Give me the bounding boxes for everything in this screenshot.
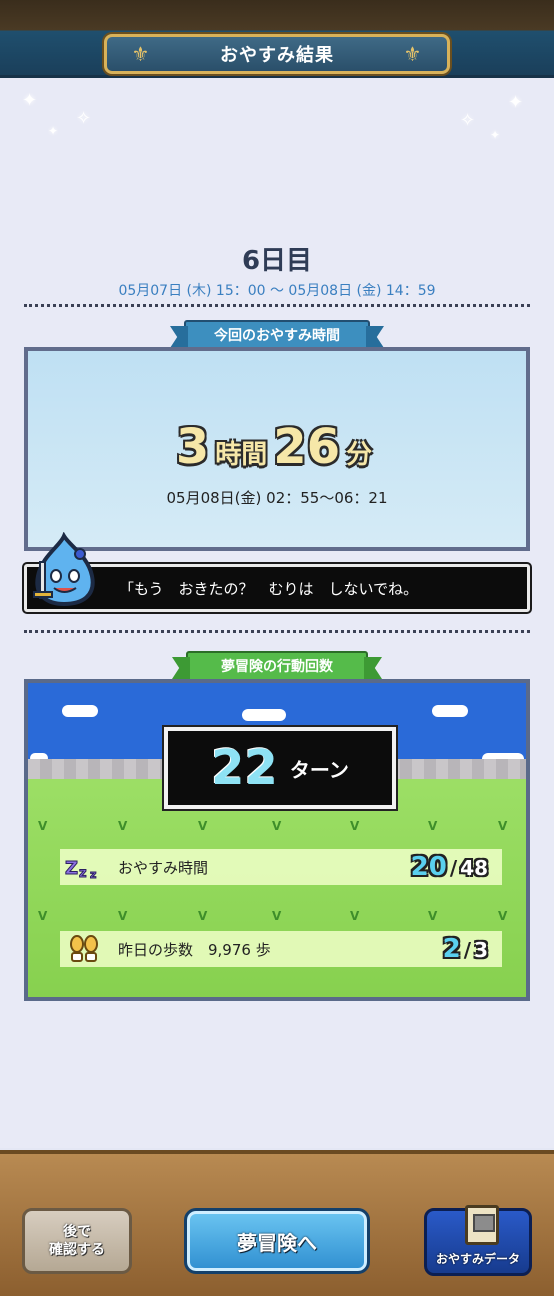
sleep-time-value: 20	[410, 852, 447, 882]
message-bar: 「もう おきたの？ むりは しないでね。	[22, 562, 532, 614]
grass-tuft: ᐯ	[498, 819, 508, 833]
sparkle-icon: ✦	[490, 128, 501, 142]
sleep-time-count: 20/48	[411, 852, 488, 882]
fleur-ornament-icon: ⚜	[403, 42, 423, 66]
steps-value: 2	[442, 934, 461, 964]
sleep-duration: 3 時間 26 分	[28, 419, 526, 475]
sleep-minutes-unit: 分	[346, 440, 373, 470]
sleep-time-max: 48	[460, 856, 488, 880]
cloud-icon	[242, 709, 286, 721]
grass-tuft: ᐯ	[272, 909, 282, 923]
sleep-time-ribbon: 今回のおやすみ時間	[184, 320, 370, 350]
check-later-line2: 確認する	[49, 1242, 105, 1258]
sparkle-icon: ✧	[460, 110, 476, 131]
adventure-panel: 22 ターン ᐯ ᐯ ᐯ ᐯ ᐯ ᐯ ᐯ Z z z おやすみ時間 20/48 …	[24, 679, 530, 1001]
sparkle-icon: ✦	[48, 124, 59, 138]
grass-tuft: ᐯ	[198, 909, 208, 923]
check-later-line1: 後で	[63, 1224, 91, 1240]
grass-tuft: ᐯ	[428, 909, 438, 923]
turn-count: 22	[211, 740, 278, 796]
sleep-time-row: Z z z おやすみ時間 20/48	[60, 849, 502, 885]
dotted-divider	[24, 304, 530, 307]
day-title: 6日目	[241, 246, 313, 276]
grass-tuft: ᐯ	[198, 819, 208, 833]
sleep-data-label: おやすみデータ	[435, 1252, 520, 1266]
top-bar: ⚜ おやすみ結果 ⚜	[0, 0, 554, 78]
steps-sep: /	[463, 938, 472, 962]
grass-tuft: ᐯ	[272, 819, 282, 833]
turn-count-box: 22 ターン	[162, 725, 398, 811]
cloud-icon	[62, 705, 98, 717]
grass-tuft: ᐯ	[350, 909, 360, 923]
svg-text:z: z	[90, 868, 96, 880]
steps-row: 昨日の歩数 9,976 歩 2/3	[60, 931, 502, 967]
grass-tuft: ᐯ	[428, 819, 438, 833]
zzz-icon: Z z z	[64, 852, 104, 882]
message-text: 「もう おきたの？ むりは しないでね。	[119, 579, 419, 598]
grass-tuft: ᐯ	[118, 819, 128, 833]
sparkle-icon: ✦	[22, 90, 38, 111]
cloud-icon	[432, 705, 468, 717]
fleur-ornament-icon: ⚜	[131, 42, 151, 66]
steps-label: 昨日の歩数 9,976 歩	[118, 940, 271, 959]
adventure-section-label: 夢冒険の行動回数	[221, 659, 333, 675]
grass-tuft: ᐯ	[118, 909, 128, 923]
sleep-minutes: 26	[273, 419, 341, 475]
page-title: おやすみ結果	[220, 45, 334, 66]
sleep-time-label: おやすみ時間	[118, 858, 209, 877]
sleep-time-sep: /	[449, 856, 458, 880]
grass-tuft: ᐯ	[38, 819, 48, 833]
dotted-divider	[24, 630, 530, 633]
sleep-range: 05月08日(金) 02：55～06：21	[166, 489, 388, 507]
grass-tuft: ᐯ	[498, 909, 508, 923]
sparkle-icon: ✧	[76, 108, 92, 129]
steps-count: 2/3	[443, 934, 488, 964]
svg-text:z: z	[79, 866, 87, 880]
steps-max: 3	[474, 938, 488, 962]
sparkle-icon: ✦	[508, 92, 524, 113]
go-dream-adventure-button[interactable]: 夢冒険へ	[184, 1208, 370, 1274]
footprints-icon	[64, 934, 104, 964]
sleep-data-document-icon	[465, 1205, 499, 1245]
check-later-button[interactable]: 後で 確認する	[22, 1208, 132, 1274]
adventure-ribbon: 夢冒険の行動回数	[186, 651, 368, 681]
go-dream-adventure-label: 夢冒険へ	[237, 1230, 317, 1255]
turn-unit: ターン	[289, 757, 349, 782]
grass-tuft: ᐯ	[38, 909, 48, 923]
header-plate: ⚜ おやすみ結果 ⚜	[104, 34, 450, 74]
day-range: 05月07日 (木) 15：00 ～ 05月08日 (金) 14：59	[118, 283, 436, 299]
sleep-data-button[interactable]: おやすみデータ	[424, 1205, 532, 1276]
sleep-section-label: 今回のおやすみ時間	[214, 328, 340, 344]
sleep-hours-unit: 時間	[215, 440, 268, 470]
svg-text:Z: Z	[65, 858, 78, 879]
slime-knight-icon	[30, 531, 98, 608]
sleep-hours: 3	[175, 419, 210, 475]
grass-tuft: ᐯ	[350, 819, 360, 833]
sleep-time-box: 3 時間 26 分 05月08日(金) 02：55～06：21	[24, 347, 530, 551]
